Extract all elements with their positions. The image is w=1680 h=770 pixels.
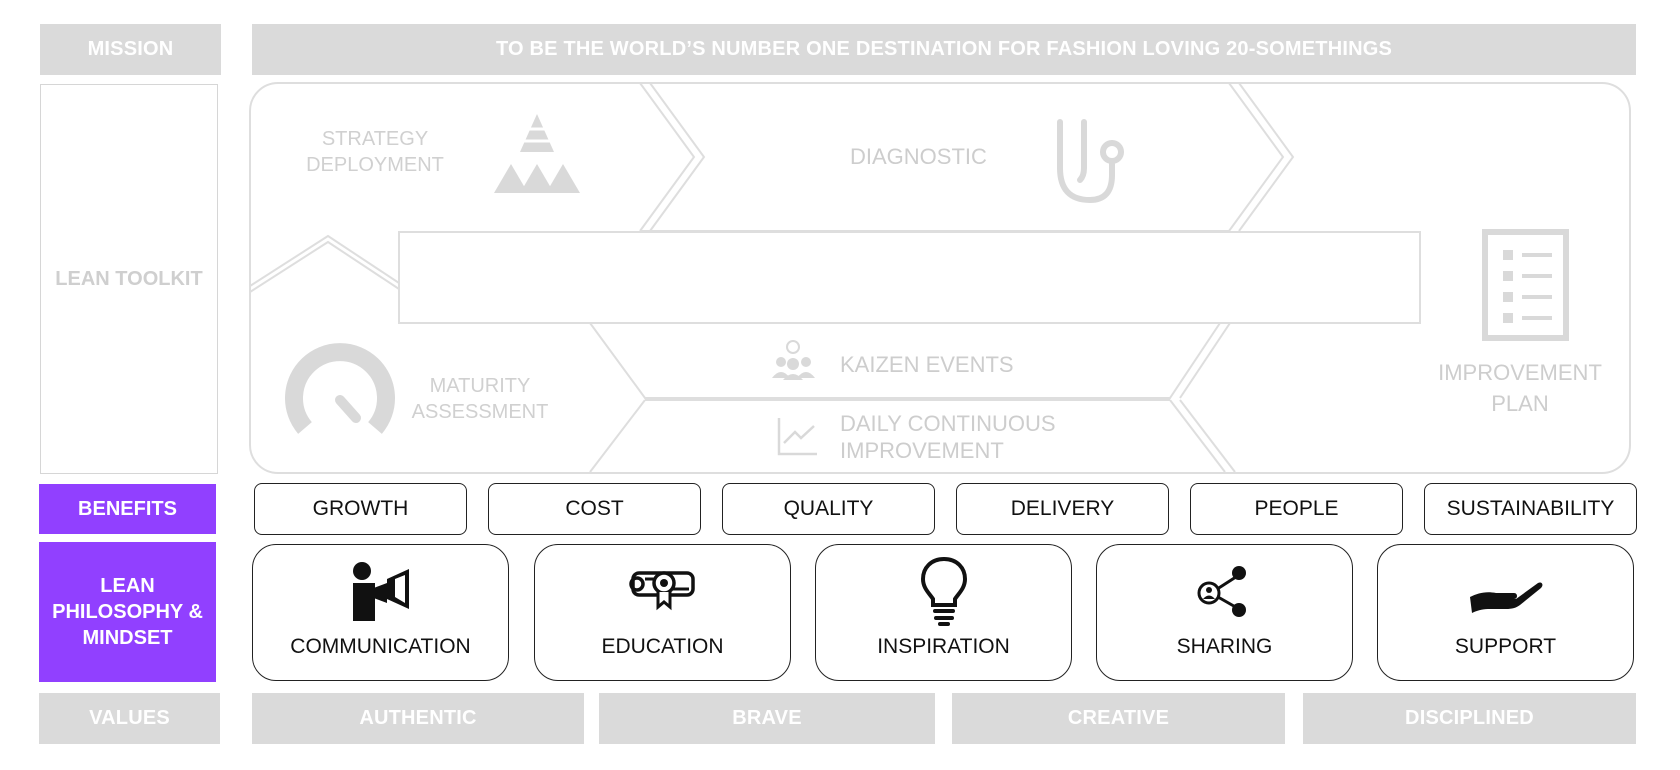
lightbulb-icon (816, 556, 1071, 626)
improvement-plan-text: IMPROVEMENT PLAN (1438, 360, 1602, 416)
philosophy-education: EDUCATION (534, 544, 791, 681)
benefit-delivery: DELIVERY (956, 483, 1169, 535)
team-bulb-icon (772, 340, 815, 380)
philosophy-inspiration: INSPIRATION (815, 544, 1072, 681)
philosophy-inspiration-label: INSPIRATION (877, 635, 1010, 658)
benefit-cost: COST (488, 483, 701, 535)
value-disciplined: DISCIPLINED (1303, 693, 1636, 744)
value-creative: CREATIVE (952, 693, 1285, 744)
philosophy-support-label: SUPPORT (1454, 635, 1557, 658)
line-chart-icon (777, 418, 817, 456)
philosophy-communication-label: COMMUNICATION (290, 635, 471, 658)
philosophy-sharing-label: SHARING (1176, 635, 1273, 658)
strategy-deployment-text: STRATEGY DEPLOYMENT (306, 128, 444, 176)
lean-philosophy-label: LEAN PHILOSOPHY & MINDSET (39, 542, 216, 682)
diagnostic-text: DIAGNOSTIC (850, 144, 987, 169)
diploma-icon (535, 559, 790, 623)
pyramid-icon (494, 114, 580, 193)
value-brave: BRAVE (599, 693, 935, 744)
benefits-label: BENEFITS (39, 484, 216, 534)
values-label: VALUES (39, 693, 220, 744)
stethoscope-icon (1057, 119, 1124, 204)
benefit-people: PEOPLE (1190, 483, 1403, 535)
philosophy-communication: COMMUNICATION (252, 544, 509, 681)
kaizen-events-text: KAIZEN EVENTS (840, 352, 1014, 377)
helping-hand-icon (1378, 559, 1633, 623)
philosophy-education-label: EDUCATION (601, 635, 724, 658)
lean-house-diagram: MISSION TO BE THE WORLD’S NUMBER ONE DES… (0, 0, 1680, 770)
daily-chevron (1169, 399, 1226, 473)
benefit-sustainability: SUSTAINABILITY (1424, 483, 1637, 535)
daily-continuous-improvement-text: DAILY CONTINUOUS IMPROVEMENT (840, 411, 1056, 463)
value-authentic: AUTHENTIC (252, 693, 584, 744)
central-bar (398, 231, 1421, 324)
gauge-icon (285, 343, 395, 434)
benefit-growth: GROWTH (254, 483, 467, 535)
checklist-icon (1482, 229, 1569, 341)
philosophy-support: SUPPORT (1377, 544, 1634, 681)
maturity-assessment-text: MATURITY ASSESSMENT (411, 375, 549, 423)
megaphone-icon (253, 559, 508, 623)
share-icon (1097, 559, 1352, 623)
philosophy-sharing: SHARING (1096, 544, 1353, 681)
benefit-quality: QUALITY (722, 483, 935, 535)
